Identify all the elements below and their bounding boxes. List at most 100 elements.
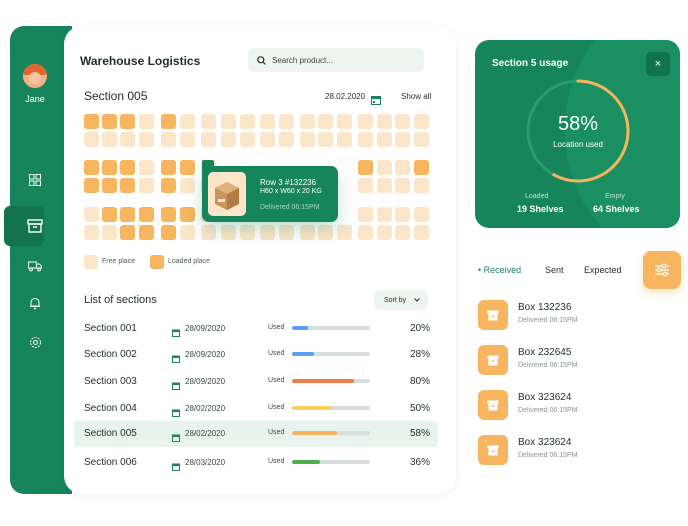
filter-button[interactable] [643,251,681,289]
loaded-place[interactable] [84,114,99,129]
free-place[interactable] [300,225,315,240]
free-place[interactable] [395,178,410,193]
free-place[interactable] [337,225,352,240]
free-place[interactable] [395,132,410,147]
section-row[interactable]: Section 003 28/09/2020 Used 80% [74,369,438,395]
free-place[interactable] [279,114,294,129]
free-place[interactable] [377,114,392,129]
loaded-place[interactable] [102,114,117,129]
free-place[interactable] [395,160,410,175]
free-place[interactable] [240,114,255,129]
section-row[interactable]: Section 002 28/09/2020 Used 28% [74,342,438,368]
free-place[interactable] [139,178,154,193]
free-place[interactable] [377,207,392,222]
free-place[interactable] [358,207,373,222]
avatar[interactable] [23,64,47,88]
loaded-place[interactable] [358,160,373,175]
free-place[interactable] [84,207,99,222]
free-place[interactable] [377,160,392,175]
truck-icon[interactable] [10,255,60,277]
free-place[interactable] [300,132,315,147]
free-place[interactable] [139,114,154,129]
box-list-item[interactable]: Box 323624 Delivered 06:15PM [478,435,678,469]
section-row[interactable]: Section 004 28/02/2020 Used 50% [74,396,438,422]
free-place[interactable] [161,132,176,147]
free-place[interactable] [337,132,352,147]
bell-icon[interactable] [10,292,60,314]
free-place[interactable] [102,225,117,240]
loaded-place[interactable] [120,178,135,193]
free-place[interactable] [358,114,373,129]
free-place[interactable] [180,132,195,147]
free-place[interactable] [300,114,315,129]
loaded-place[interactable] [139,225,154,240]
calendar-icon[interactable] [371,92,381,110]
free-place[interactable] [120,132,135,147]
box-list-item[interactable]: Box 232645 Delivered 06:15PM [478,345,678,379]
free-place[interactable] [221,114,236,129]
loaded-place[interactable] [102,160,117,175]
free-place[interactable] [139,160,154,175]
free-place[interactable] [180,225,195,240]
free-place[interactable] [201,132,216,147]
loaded-place[interactable] [161,207,176,222]
free-place[interactable] [201,225,216,240]
free-place[interactable] [414,178,429,193]
section-row[interactable]: Section 001 28/09/2020 Used 20% [74,316,438,342]
free-place[interactable] [377,178,392,193]
free-place[interactable] [180,178,195,193]
tab-expected[interactable]: Expected [584,265,622,275]
free-place[interactable] [240,225,255,240]
loaded-place[interactable] [84,160,99,175]
free-place[interactable] [414,207,429,222]
free-place[interactable] [139,132,154,147]
loaded-place[interactable] [84,178,99,193]
free-place[interactable] [279,132,294,147]
loaded-place[interactable] [120,225,135,240]
search-input[interactable] [272,55,412,65]
close-button[interactable]: × [646,52,670,76]
box-list-item[interactable]: Box 132236 Delivered 06:15PM [478,300,678,334]
shelf-popup[interactable]: Row 3 #132236 H60 x W60 x 20 KG Delivere… [202,166,338,222]
free-place[interactable] [84,132,99,147]
free-place[interactable] [180,114,195,129]
free-place[interactable] [395,114,410,129]
sort-dropdown[interactable]: Sort by [374,290,428,310]
free-place[interactable] [414,225,429,240]
free-place[interactable] [240,132,255,147]
archive-icon[interactable] [10,215,60,237]
free-place[interactable] [337,114,352,129]
loaded-place[interactable] [139,207,154,222]
free-place[interactable] [221,132,236,147]
show-all-link[interactable]: Show all [401,92,431,101]
free-place[interactable] [377,132,392,147]
free-place[interactable] [318,132,333,147]
loaded-place[interactable] [161,178,176,193]
loaded-place[interactable] [180,160,195,175]
box-list-item[interactable]: Box 323624 Delivered 06:15PM [478,390,678,424]
free-place[interactable] [84,225,99,240]
free-place[interactable] [395,225,410,240]
free-place[interactable] [414,114,429,129]
section-row[interactable]: Section 006 28/03/2020 Used 36% [74,450,438,476]
loaded-place[interactable] [161,160,176,175]
free-place[interactable] [395,207,410,222]
loaded-place[interactable] [180,207,195,222]
tab-received[interactable]: • Received [478,265,521,275]
loaded-place[interactable] [102,207,117,222]
loaded-place[interactable] [414,160,429,175]
free-place[interactable] [358,178,373,193]
free-place[interactable] [358,225,373,240]
loaded-place[interactable] [120,114,135,129]
loaded-place[interactable] [120,160,135,175]
free-place[interactable] [260,114,275,129]
gear-icon[interactable] [10,331,60,353]
free-place[interactable] [260,132,275,147]
tab-sent[interactable]: Sent [545,265,564,275]
loaded-place[interactable] [120,207,135,222]
loaded-place[interactable] [102,178,117,193]
free-place[interactable] [358,132,373,147]
free-place[interactable] [102,132,117,147]
free-place[interactable] [318,114,333,129]
free-place[interactable] [221,225,236,240]
